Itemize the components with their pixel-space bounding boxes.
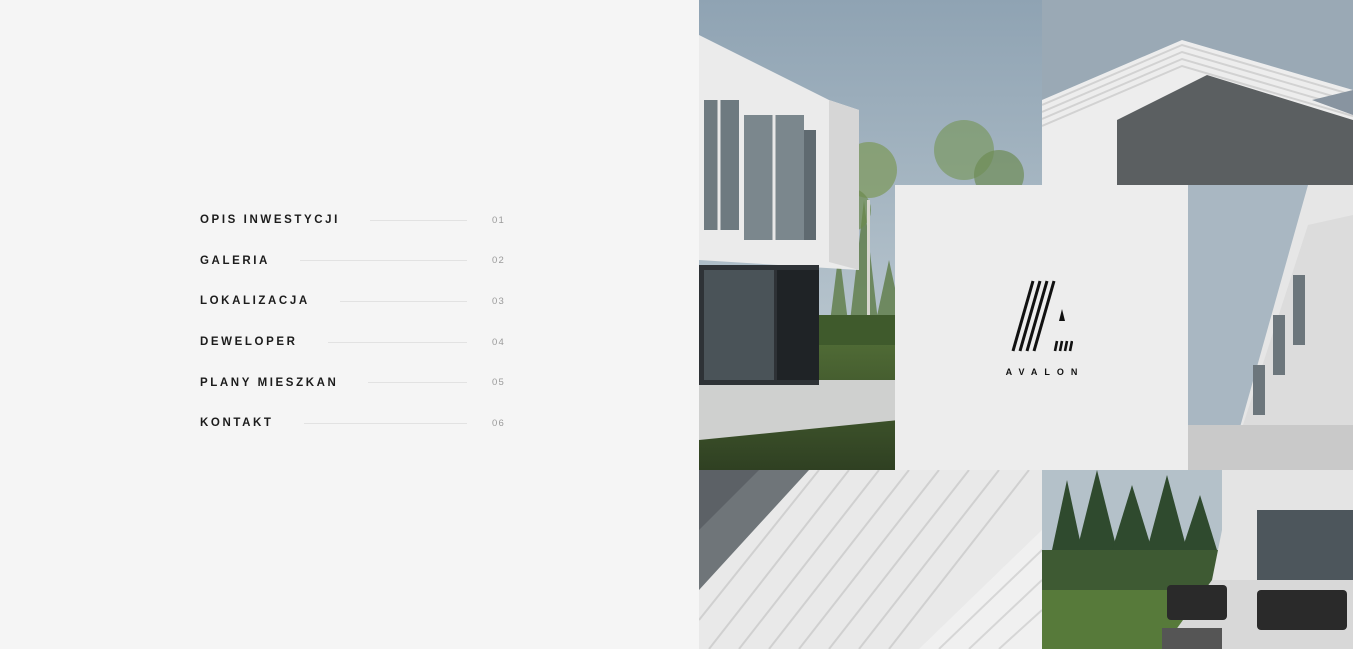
- menu-item-label: OPIS INWESTYCJI: [200, 214, 340, 227]
- menu-item-number: 06: [492, 417, 505, 429]
- menu-divider-line: [299, 260, 467, 262]
- menu-divider-line: [303, 422, 467, 424]
- menu-item-label: GALERIA: [200, 254, 270, 267]
- menu-item-number: 04: [492, 336, 505, 348]
- menu-item-label: DEWELOPER: [200, 336, 298, 349]
- menu-item-label: PLANY MIESZKAN: [200, 376, 339, 389]
- gallery-collage: AVALON: [699, 0, 1353, 649]
- facade-detail-photo[interactable]: [1042, 0, 1353, 185]
- house-side-photo[interactable]: [1188, 185, 1353, 470]
- menu-item-galeria[interactable]: GALERIA 02: [200, 241, 505, 282]
- menu-divider-line: [339, 300, 467, 302]
- menu-item-lokalizacja[interactable]: LOKALIZACJA 03: [200, 281, 505, 322]
- menu-item-number: 03: [492, 295, 505, 307]
- menu-item-number: 02: [492, 255, 505, 267]
- main-menu: OPIS INWESTYCJI 01 GALERIA 02 LOKALIZACJ…: [200, 200, 505, 444]
- menu-item-plany-mieszkan[interactable]: PLANY MIESZKAN 05: [200, 362, 505, 403]
- menu-panel: OPIS INWESTYCJI 01 GALERIA 02 LOKALIZACJ…: [0, 0, 699, 649]
- menu-item-deweloper[interactable]: DEWELOPER 04: [200, 322, 505, 363]
- menu-item-label: LOKALIZACJA: [200, 295, 310, 308]
- menu-item-opis-inwestycji[interactable]: OPIS INWESTYCJI 01: [200, 200, 505, 241]
- menu-divider-line: [368, 382, 467, 384]
- avalon-striped-a-icon: [1011, 280, 1073, 351]
- terrace-photo[interactable]: [1042, 470, 1353, 649]
- logo-card[interactable]: AVALON: [895, 185, 1188, 470]
- menu-divider-line: [327, 341, 467, 343]
- menu-item-label: KONTAKT: [200, 417, 274, 430]
- brand-name: AVALON: [1005, 366, 1085, 377]
- menu-item-number: 05: [492, 377, 505, 389]
- menu-item-number: 01: [492, 214, 505, 226]
- wall-texture-photo[interactable]: [699, 470, 1042, 649]
- menu-divider-line: [369, 219, 467, 221]
- menu-item-kontakt[interactable]: KONTAKT 06: [200, 403, 505, 444]
